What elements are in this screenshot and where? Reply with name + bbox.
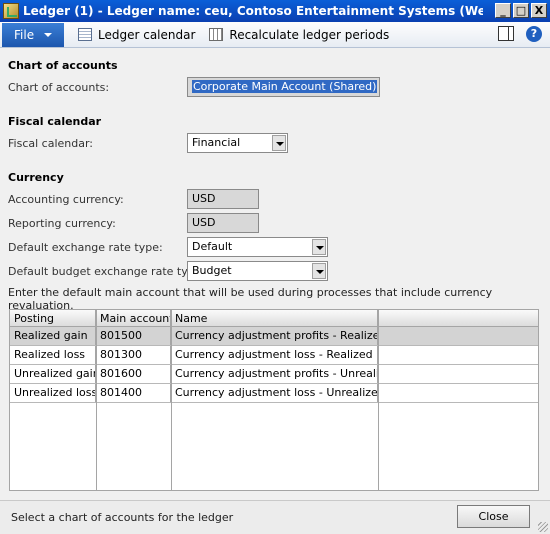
close-button[interactable]: Close <box>457 505 530 528</box>
column-header-posting[interactable]: Posting <box>10 310 96 326</box>
column-divider <box>378 310 379 490</box>
ledger-calendar-button[interactable]: Ledger calendar <box>78 24 195 46</box>
dropdown-arrow-icon[interactable] <box>312 239 326 255</box>
chart-of-accounts-label: Chart of accounts: <box>8 81 110 94</box>
exchange-rate-type-label: Default exchange rate type: <box>8 241 163 254</box>
cell-main-account[interactable]: 801500 <box>96 327 171 345</box>
recalculate-ledger-periods-button[interactable]: Recalculate ledger periods <box>209 24 389 46</box>
budget-exchange-rate-type-label: Default budget exchange rate type: <box>8 265 206 278</box>
resize-grip-icon[interactable] <box>538 522 548 532</box>
fiscal-calendar-dropdown[interactable]: Financial <box>187 133 288 153</box>
dropdown-arrow-icon[interactable] <box>312 263 326 279</box>
cell-main-account[interactable]: 801600 <box>96 365 171 383</box>
table-row[interactable]: Unrealized gain 801600 Currency adjustme… <box>10 365 538 384</box>
cell-empty <box>378 346 538 364</box>
cell-empty <box>378 327 538 345</box>
cell-empty <box>378 384 538 402</box>
cell-main-account[interactable]: 801300 <box>96 346 171 364</box>
fiscal-calendar-heading: Fiscal calendar <box>8 115 102 128</box>
grid-header: Posting Main account Name <box>10 310 538 327</box>
exchange-rate-type-dropdown[interactable]: Default <box>187 237 328 257</box>
calendar-icon <box>78 28 92 41</box>
cell-empty <box>378 365 538 383</box>
help-icon[interactable]: ? <box>526 26 542 42</box>
close-window-button[interactable]: X <box>531 3 547 18</box>
ledger-calendar-label: Ledger calendar <box>98 27 196 42</box>
chart-of-accounts-heading: Chart of accounts <box>8 59 118 72</box>
table-row[interactable]: Realized loss 801300 Currency adjustment… <box>10 346 538 365</box>
status-bar: Select a chart of accounts for the ledge… <box>0 500 550 534</box>
minimize-button[interactable]: _ <box>495 3 511 18</box>
title-bar: Ledger (1) - Ledger name: ceu, Contoso E… <box>0 0 550 22</box>
currency-revaluation-grid: Posting Main account Name Realized gain … <box>9 309 539 491</box>
accounting-currency-label: Accounting currency: <box>8 193 124 206</box>
table-row[interactable]: Unrealized loss 801400 Currency adjustme… <box>10 384 538 403</box>
cell-name[interactable]: Currency adjustment profits - Unrealized <box>171 365 378 383</box>
reporting-currency-label: Reporting currency: <box>8 217 116 230</box>
fiscal-calendar-label: Fiscal calendar: <box>8 137 93 150</box>
recalculate-label: Recalculate ledger periods <box>229 27 390 42</box>
reporting-currency-value: USD <box>192 216 216 229</box>
cell-name[interactable]: Currency adjustment loss - Realized <box>171 346 378 364</box>
cell-posting[interactable]: Realized gain <box>10 327 96 345</box>
chart-of-accounts-field[interactable]: Corporate Main Account (Shared) <box>187 77 380 97</box>
cell-name[interactable]: Currency adjustment profits - Realized <box>171 327 378 345</box>
table-row[interactable]: Realized gain 801500 Currency adjustment… <box>10 327 538 346</box>
cell-posting[interactable]: Unrealized gain <box>10 365 96 383</box>
factbox-panel-icon[interactable] <box>498 26 514 41</box>
currency-heading: Currency <box>8 171 64 184</box>
column-header-main-account[interactable]: Main account <box>96 310 171 326</box>
budget-exchange-rate-type-dropdown[interactable]: Budget <box>187 261 328 281</box>
fiscal-calendar-value: Financial <box>192 136 241 149</box>
window-title: Ledger (1) - Ledger name: ceu, Contoso E… <box>23 4 483 18</box>
grid-icon <box>209 28 224 41</box>
dropdown-arrow-icon[interactable] <box>272 135 286 151</box>
reporting-currency-field[interactable]: USD <box>187 213 259 233</box>
column-header-empty <box>378 310 538 326</box>
column-divider <box>96 310 97 490</box>
column-header-name[interactable]: Name <box>171 310 378 326</box>
column-divider <box>171 310 172 490</box>
ledger-app-icon <box>3 3 19 19</box>
action-pane: File Ledger calendar Recalculate ledger … <box>0 22 550 48</box>
chart-of-accounts-value: Corporate Main Account (Shared) <box>192 80 378 93</box>
cell-main-account[interactable]: 801400 <box>96 384 171 402</box>
accounting-currency-field[interactable]: USD <box>187 189 259 209</box>
file-label: File <box>14 27 35 42</box>
cell-posting[interactable]: Unrealized loss <box>10 384 96 402</box>
exchange-rate-type-value: Default <box>192 240 233 253</box>
budget-exchange-rate-type-value: Budget <box>192 264 232 277</box>
maximize-button[interactable]: □ <box>513 3 529 18</box>
accounting-currency-value: USD <box>192 192 216 205</box>
status-text: Select a chart of accounts for the ledge… <box>11 511 234 524</box>
cell-name[interactable]: Currency adjustment loss - Unrealized <box>171 384 378 402</box>
cell-posting[interactable]: Realized loss <box>10 346 96 364</box>
dropdown-arrow-icon <box>44 32 53 37</box>
file-menu-button[interactable]: File <box>2 22 64 47</box>
